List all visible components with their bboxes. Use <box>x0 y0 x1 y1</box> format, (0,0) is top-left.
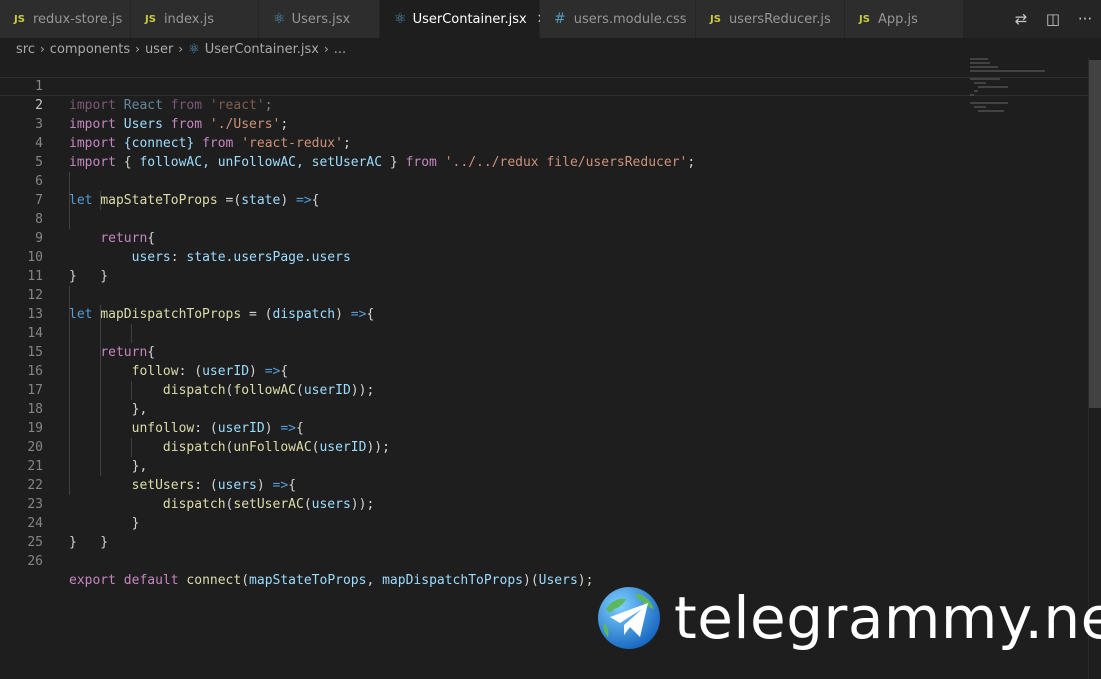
editor-actions: ⇄ ◫ ··· <box>1005 0 1101 38</box>
breadcrumb-file[interactable]: UserContainer.jsx <box>205 42 319 57</box>
tab-label: App.js <box>877 11 918 27</box>
watermark: telegrammy.net <box>596 584 1101 652</box>
breadcrumb-components[interactable]: components <box>50 42 130 57</box>
js-file-icon: JS <box>14 13 25 25</box>
code-line: 4 import { followAC, unFollowAC, setUser… <box>0 115 1088 170</box>
code-line: 7 return{ <box>0 172 1088 246</box>
react-file-icon: ⚛ <box>273 11 286 27</box>
code-line: 26 export default connect(mapStateToProp… <box>0 533 1088 588</box>
tab-app-js[interactable]: JS App.js <box>845 0 964 38</box>
code-line: 9 } <box>0 210 1088 284</box>
tab-label: Users.jsx <box>291 11 351 27</box>
scrollbar-thumb[interactable] <box>1089 60 1101 408</box>
tab-bar: JS redux-store.js JS index.js ⚛ Users.js… <box>0 0 1101 38</box>
code-line: 8 users: state.usersPage.users <box>0 191 1088 265</box>
code-line: 22 } <box>0 457 1088 531</box>
code-line: 14 follow: (userID) =>{ <box>0 305 1088 379</box>
code-line: 20 setUsers: (users) =>{ <box>0 419 1088 493</box>
code-line: 21 dispatch(setUserAC(users)); <box>0 438 1088 512</box>
breadcrumb-user[interactable]: user <box>145 42 173 57</box>
code-text: export default connect(mapStateToProps, … <box>69 573 594 588</box>
tab-label: usersReducer.js <box>728 11 831 27</box>
code-line: 10 } <box>0 229 1088 284</box>
code-line: 25 <box>0 514 1088 550</box>
compare-changes-icon[interactable]: ⇄ <box>1005 10 1037 28</box>
code-line: 5 <box>0 134 1088 170</box>
code-line: 18 dispatch(unFollowAC(userID)); <box>0 381 1088 455</box>
breadcrumb-src[interactable]: src <box>16 42 35 57</box>
tab-label: index.js <box>163 11 215 27</box>
code-line: 13 return{ <box>0 286 1088 360</box>
chevron-right-icon: › <box>135 42 140 56</box>
more-actions-icon[interactable]: ··· <box>1069 10 1101 28</box>
code-line: 15 dispatch(followAC(userID)); <box>0 324 1088 398</box>
breadcrumb: src › components › user › ⚛ UserContaine… <box>0 38 1101 60</box>
tab-users-module-css[interactable]: # users.module.css <box>540 0 696 38</box>
code-line: 17 unfollow: (userID) =>{ <box>0 362 1088 436</box>
code-line-current: 2 import Users from './Users'; <box>0 77 1088 132</box>
js-file-icon: JS <box>145 13 156 25</box>
code-line: 24 } <box>0 495 1088 550</box>
code-line: 3 import {connect} from 'react-redux'; <box>0 96 1088 151</box>
tab-index[interactable]: JS index.js <box>131 0 259 38</box>
react-file-icon: ⚛ <box>188 41 200 57</box>
code-line: 11 <box>0 248 1088 284</box>
minimap[interactable] <box>970 58 1070 118</box>
code-line: 6 let mapStateToProps =(state) =>{ <box>0 153 1088 208</box>
react-file-icon: ⚛ <box>394 11 407 27</box>
js-file-icon: JS <box>710 13 721 25</box>
code-line: 1 import React from 'react'; <box>0 58 1088 113</box>
tab-usercontainer-jsx[interactable]: ⚛ UserContainer.jsx ✕ <box>380 0 548 38</box>
code-line: 16 }, <box>0 343 1088 417</box>
line-number: 26 <box>27 554 43 569</box>
telegram-globe-icon <box>598 587 660 649</box>
tab-users-jsx[interactable]: ⚛ Users.jsx <box>259 0 380 38</box>
js-file-icon: JS <box>859 13 870 25</box>
tab-label: redux-store.js <box>32 11 123 27</box>
tab-users-reducer[interactable]: JS usersReducer.js <box>696 0 845 38</box>
chevron-right-icon: › <box>178 42 184 56</box>
tab-label: UserContainer.jsx <box>412 11 527 27</box>
breadcrumb-symbols[interactable]: ... <box>334 42 346 57</box>
css-file-icon: # <box>554 11 566 27</box>
chevron-right-icon: › <box>39 42 45 56</box>
tab-label: users.module.css <box>573 11 687 27</box>
code-line: 19 }, <box>0 400 1088 474</box>
tab-redux-store[interactable]: JS redux-store.js <box>0 0 131 38</box>
chevron-right-icon: › <box>323 42 329 56</box>
code-line: 12 let mapDispatchToProps = (dispatch) =… <box>0 267 1088 322</box>
watermark-text: telegrammy.net <box>674 584 1101 652</box>
code-line: 23 } <box>0 476 1088 550</box>
split-editor-icon[interactable]: ◫ <box>1037 10 1069 28</box>
